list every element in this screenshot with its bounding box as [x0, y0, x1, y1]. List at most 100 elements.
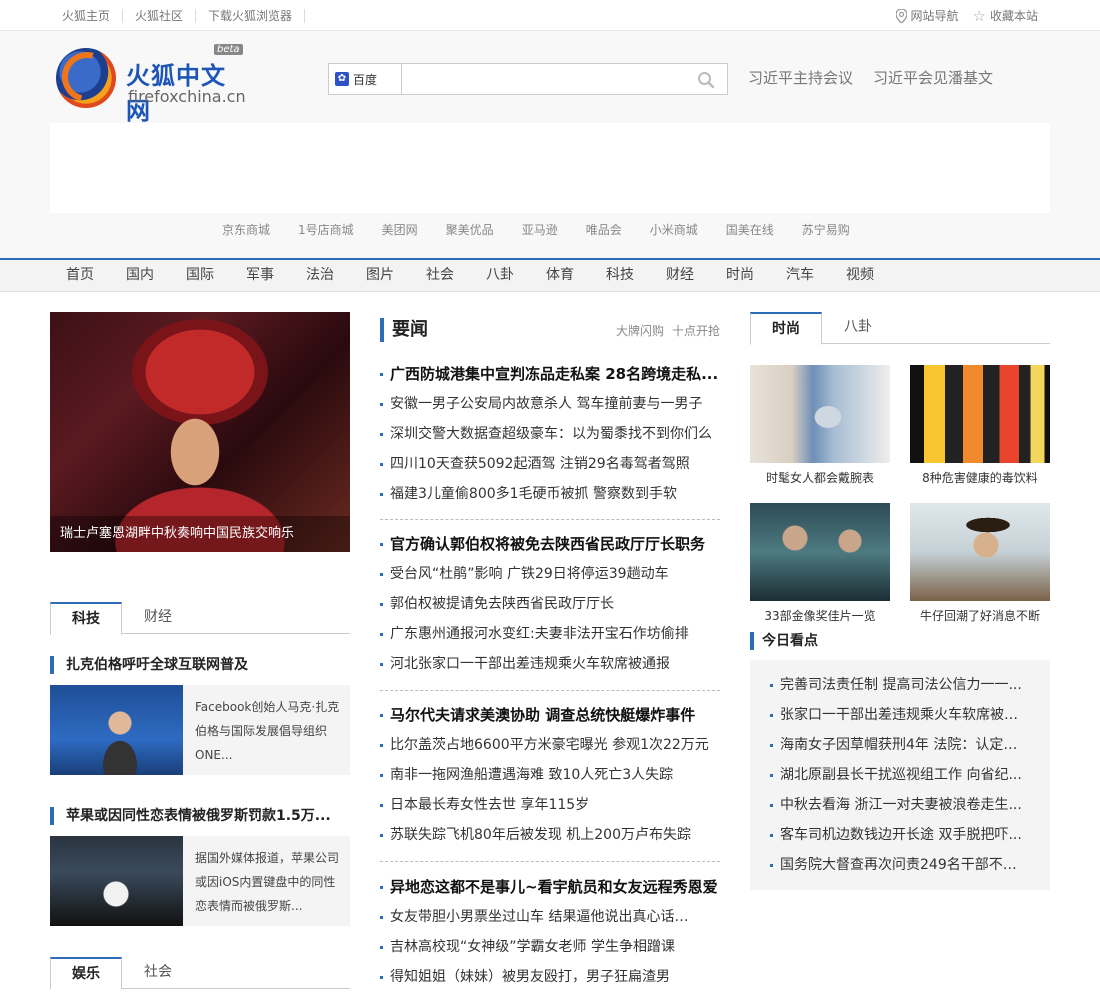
- tab-fashion[interactable]: 时尚: [750, 312, 822, 345]
- nav-item-society[interactable]: 社会: [410, 260, 470, 291]
- news-item[interactable]: 福建3儿童偷800多1毛硬币被抓 警察数到手软: [380, 479, 720, 509]
- news-item[interactable]: 安徽一男子公安局内故意杀人 驾车撞前妻与一男子: [380, 389, 720, 419]
- news-item[interactable]: 南非一拖网渔船遭遇海难 致10人死亡3人失踪: [380, 760, 720, 790]
- fashion-item[interactable]: 33部金像奖佳片一览: [750, 503, 890, 624]
- nav-item-international[interactable]: 国际: [170, 260, 230, 291]
- nav-item-auto[interactable]: 汽车: [770, 260, 830, 291]
- ten-oclock-link[interactable]: 十点开抢: [672, 322, 720, 339]
- shop-link[interactable]: 苏宁易购: [802, 221, 850, 238]
- search-engine-label: 百度: [353, 72, 378, 87]
- top-link-home[interactable]: 火狐主页: [50, 8, 124, 23]
- bookmark-link[interactable]: ☆ 收藏本站: [973, 7, 1038, 25]
- fashion-image: [910, 365, 1050, 463]
- beta-badge: beta: [214, 44, 243, 55]
- today-item[interactable]: 完善司法责任制 提高司法公信力一一...: [770, 670, 1030, 700]
- fashion-caption: 时髦女人都会戴腕表: [765, 471, 874, 485]
- hot-word[interactable]: 习近平主持会议: [748, 67, 853, 88]
- news-item[interactable]: 广东惠州通报河水变红:夫妻非法开宝石作坊偷排: [380, 619, 720, 649]
- site-nav-link[interactable]: 网站导航: [895, 7, 959, 24]
- fashion-caption: 8种危害健康的毒饮料: [922, 471, 1038, 485]
- tech-card-1[interactable]: Facebook创始人马克·扎克伯格与国际发展倡导组织ONE...: [50, 685, 350, 775]
- nav-item-pictures[interactable]: 图片: [350, 260, 410, 291]
- shop-link[interactable]: 唯品会: [586, 221, 622, 238]
- bookmark-label: 收藏本站: [989, 9, 1038, 23]
- shop-link[interactable]: 聚美优品: [446, 221, 494, 238]
- news-item[interactable]: 深圳交警大数据查超级豪车：以为蜀黍找不到你们么: [380, 419, 720, 449]
- tech-desc-1: Facebook创始人马克·扎克伯格与国际发展倡导组织ONE...: [195, 700, 340, 762]
- nav-item-law[interactable]: 法治: [290, 260, 350, 291]
- shop-link[interactable]: 国美在线: [726, 221, 774, 238]
- news-item[interactable]: 得知姐姐（妹妹）被男友殴打，男子狂扁渣男: [380, 962, 720, 992]
- site-logo[interactable]: 火狐中文网 firefoxchina.cn beta: [56, 44, 246, 125]
- news-item[interactable]: 四川10天查获5092起酒驾 注销29名毒驾者驾照: [380, 449, 720, 479]
- today-item[interactable]: 湖北原副县长干扰巡视组工作 向省纪...: [770, 760, 1030, 790]
- shop-link[interactable]: 京东商城: [222, 221, 270, 238]
- tab-finance[interactable]: 财经: [122, 602, 194, 633]
- firefox-logo-icon: [56, 48, 116, 108]
- tech-card-2[interactable]: 据国外媒体报道，苹果公司或因iOS内置键盘中的同性恋表情而被俄罗斯...: [50, 836, 350, 926]
- news-item[interactable]: 日本最长寿女性去世 享年115岁: [380, 790, 720, 820]
- search-icon[interactable]: [697, 71, 715, 89]
- news-group-4: 异地恋这都不是事儿~看宇航员和女友远程秀恩爱 女友带胆小男票坐过山车 结果逼他说…: [380, 872, 720, 992]
- nav-item-video[interactable]: 视频: [830, 260, 890, 291]
- top-link-community[interactable]: 火狐社区: [123, 8, 197, 23]
- today-item[interactable]: 张家口一干部出差违规乘火车软席被通...: [770, 700, 1030, 730]
- nav-item-military[interactable]: 军事: [230, 260, 290, 291]
- tech-headline-2[interactable]: 苹果或因同性恋表情被俄罗斯罚款1.5万...: [50, 807, 331, 825]
- tab-society[interactable]: 社会: [122, 957, 194, 988]
- tech-headline-1[interactable]: 扎克伯格呼吁全球互联网普及: [50, 656, 248, 674]
- fashion-image: [750, 365, 890, 463]
- hot-word[interactable]: 习近平会见潘基文: [873, 67, 993, 88]
- search-input[interactable]: [403, 64, 683, 94]
- hero-slide[interactable]: 瑞士卢塞恩湖畔中秋奏响中国民族交响乐: [50, 312, 350, 552]
- nav-item-domestic[interactable]: 国内: [110, 260, 170, 291]
- tab-gossip[interactable]: 八卦: [822, 312, 894, 343]
- flash-sale-link[interactable]: 大牌闪购: [616, 322, 664, 339]
- baidu-paw-icon: ✿: [335, 72, 349, 86]
- nav-item-gossip[interactable]: 八卦: [470, 260, 530, 291]
- nav-item-home[interactable]: 首页: [50, 260, 110, 291]
- news-item[interactable]: 广西防城港集中宣判冻品走私案 28名跨境走私...: [380, 359, 720, 389]
- search-engine-select[interactable]: ✿ 百度: [329, 64, 402, 94]
- news-item[interactable]: 女友带胆小男票坐过山车 结果逼他说出真心话…: [380, 902, 720, 932]
- top-link-download[interactable]: 下载火狐浏览器: [196, 8, 306, 23]
- logo-domain: firefoxchina.cn: [128, 87, 246, 106]
- tab-entertainment[interactable]: 娱乐: [50, 957, 122, 990]
- news-item[interactable]: 河北张家口一干部出差违规乘火车软席被通报: [380, 649, 720, 679]
- news-group-1: 广西防城港集中宣判冻品走私案 28名跨境走私... 安徽一男子公安局内故意杀人 …: [380, 359, 720, 509]
- shop-links: 京东商城 1号店商城 美团网 聚美优品 亚马逊 唯品会 小米商城 国美在线 苏宁…: [222, 221, 850, 238]
- today-item[interactable]: 中秋去看海 浙江一对夫妻被浪卷走生...: [770, 790, 1030, 820]
- nav-item-finance[interactable]: 财经: [650, 260, 710, 291]
- fashion-item[interactable]: 8种危害健康的毒饮料: [910, 365, 1050, 486]
- fashion-item[interactable]: 牛仔回潮了好消息不断: [910, 503, 1050, 624]
- nav-item-tech[interactable]: 科技: [590, 260, 650, 291]
- shop-link[interactable]: 小米商城: [650, 221, 698, 238]
- nav-item-fashion[interactable]: 时尚: [710, 260, 770, 291]
- news-item[interactable]: 官方确认郭伯权将被免去陕西省民政厅厅长职务: [380, 529, 720, 559]
- shop-link[interactable]: 亚马逊: [522, 221, 558, 238]
- location-pin-icon: [895, 8, 907, 23]
- top-links: 火狐主页 火狐社区 下载火狐浏览器: [50, 0, 306, 31]
- news-divider: [380, 861, 720, 862]
- today-item[interactable]: 国务院大督查再次问责249名干部不作为: [770, 850, 1030, 880]
- news-item[interactable]: 吉林高校现“女神级”学霸女老师 学生争相蹭课: [380, 932, 720, 962]
- news-item[interactable]: 郭伯权被提请免去陕西省民政厅厅长: [380, 589, 720, 619]
- news-item[interactable]: 受台风“杜鹃”影响 广铁29日将停运39趟动车: [380, 559, 720, 589]
- hero-caption: 瑞士卢塞恩湖畔中秋奏响中国民族交响乐: [50, 516, 350, 552]
- fashion-item[interactable]: 时髦女人都会戴腕表: [750, 365, 890, 486]
- news-item[interactable]: 苏联失踪飞机80年后被发现 机上200万卢布失踪: [380, 820, 720, 850]
- nav-item-sports[interactable]: 体育: [530, 260, 590, 291]
- headlines-header: 要闻 大牌闪购 十点开抢: [380, 318, 720, 348]
- today-item[interactable]: 海南女子因草帽获刑4年 法院：认定事...: [770, 730, 1030, 760]
- top-bar: 火狐主页 火狐社区 下载火狐浏览器 网站导航 ☆ 收藏本站: [0, 0, 1100, 31]
- news-divider: [380, 519, 720, 520]
- header: 火狐中文网 firefoxchina.cn beta ✿ 百度 习近平主持会议 …: [0, 31, 1100, 258]
- tab-tech[interactable]: 科技: [50, 602, 122, 635]
- search-box: ✿ 百度: [328, 63, 728, 95]
- shop-link[interactable]: 美团网: [382, 221, 418, 238]
- shop-link[interactable]: 1号店商城: [298, 221, 354, 238]
- today-item[interactable]: 客车司机边数钱边开长途 双手脱把吓...: [770, 820, 1030, 850]
- news-item[interactable]: 异地恋这都不是事儿~看宇航员和女友远程秀恩爱: [380, 872, 720, 902]
- news-item[interactable]: 比尔盖茨占地6600平方米豪宅曝光 参观1次22万元: [380, 730, 720, 760]
- news-item[interactable]: 马尔代夫请求美澳协助 调查总统快艇爆炸事件: [380, 700, 720, 730]
